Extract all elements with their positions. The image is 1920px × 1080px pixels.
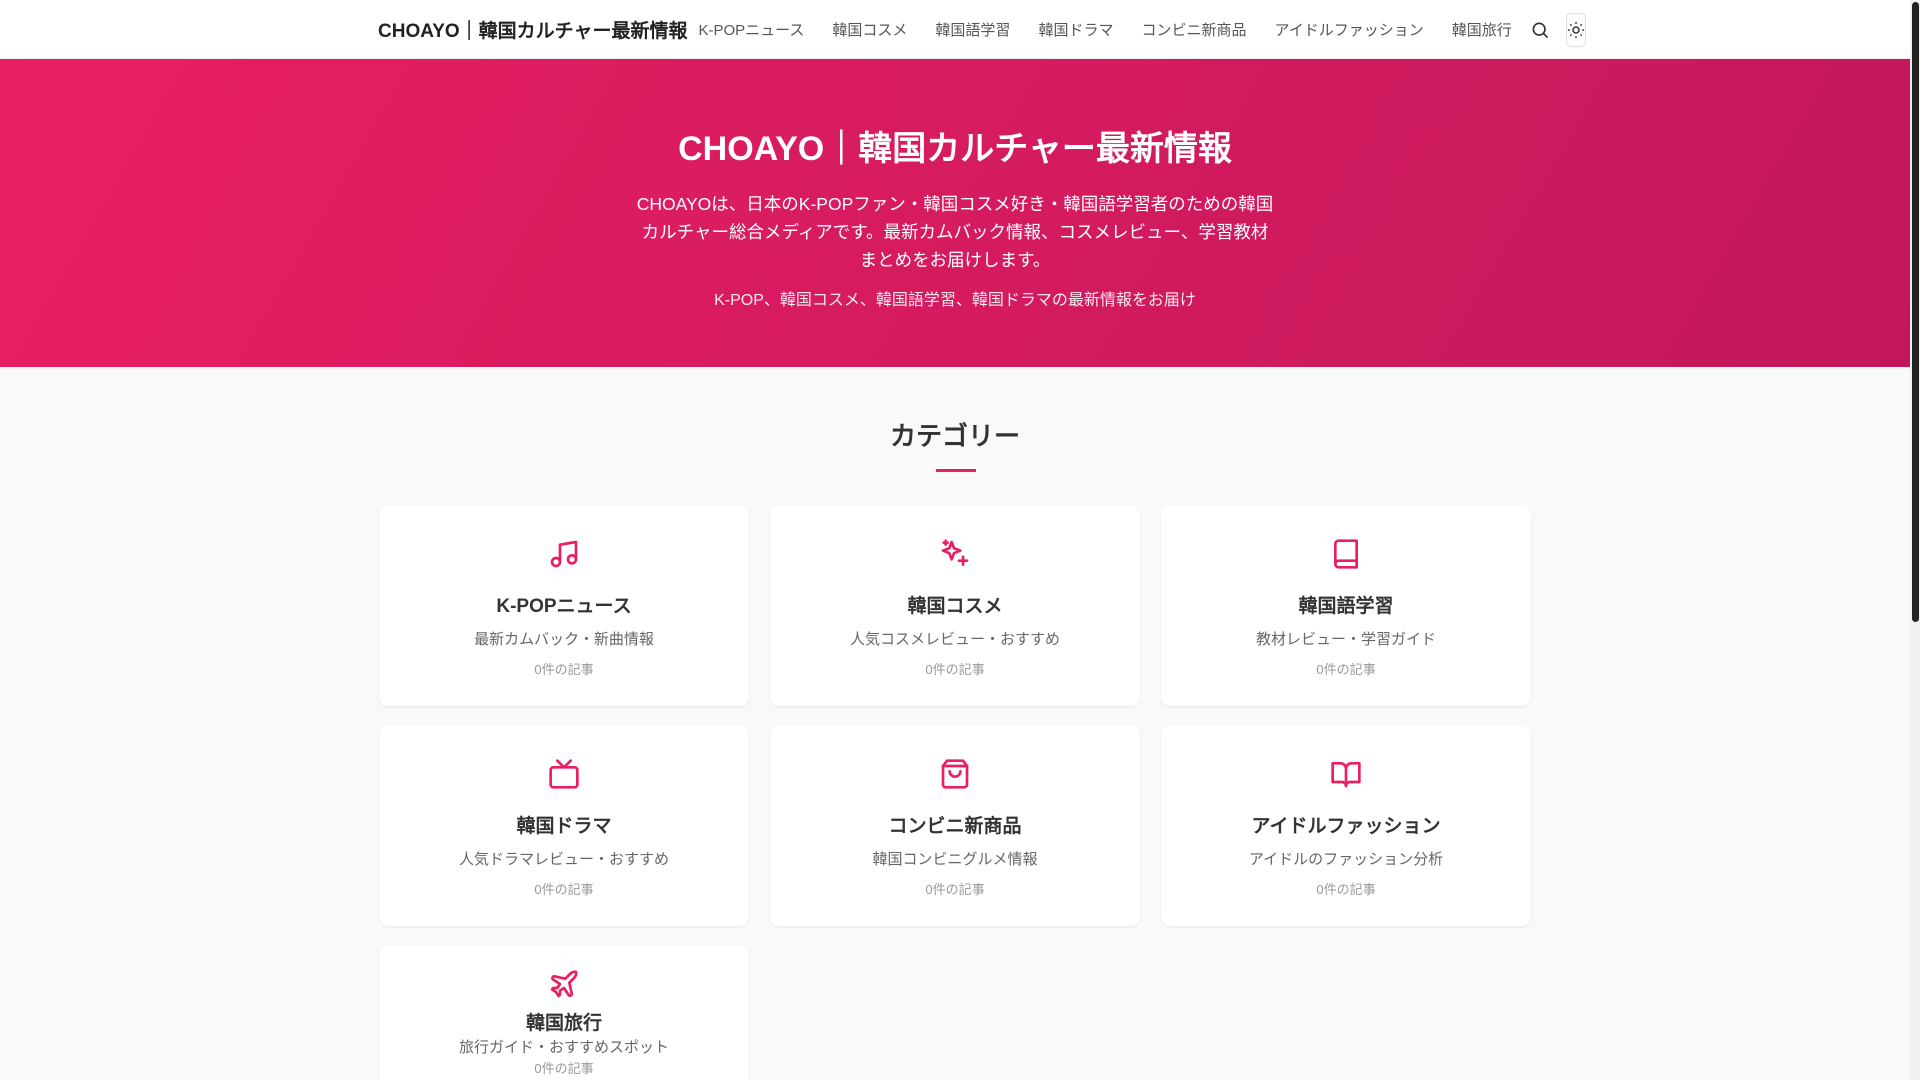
site-header: CHOAYO｜韓国カルチャー最新情報 K-POPニュース 韓国コスメ 韓国語学習… [0,0,1910,59]
category-count: 0件の記事 [534,662,594,677]
category-title: 韓国旅行 [525,1013,602,1034]
sun-icon [1567,21,1584,38]
category-description: 人気コスメレビュー・おすすめ [849,631,1060,648]
hero-banner: CHOAYO｜韓国カルチャー最新情報 CHOAYOは、日本のK-POPファン・韓… [0,59,1910,367]
category-count: 0件の記事 [1316,882,1376,897]
nav-convenience[interactable]: コンビニ新商品 [1141,19,1246,40]
sparkles-icon [941,539,969,566]
main-nav: K-POPニュース 韓国コスメ 韓国語学習 韓国ドラマ コンビニ新商品 アイドル… [698,19,1539,40]
category-card[interactable]: 韓国語学習教材レビュー・学習ガイド 0件の記事 [1161,506,1531,706]
site-logo[interactable]: CHOAYO｜韓国カルチャー最新情報 [378,16,687,43]
hero-title: CHOAYO｜韓国カルチャー最新情報 [678,130,1232,168]
category-card[interactable]: 韓国ドラマ人気ドラマレビュー・おすすめ 0件の記事 [379,726,749,926]
search-icon [1532,22,1548,38]
music-icon [550,540,578,568]
plane-icon [550,970,578,998]
book-open-icon [1331,762,1361,788]
category-description: 教材レビュー・学習ガイド [1255,631,1436,648]
category-title: K-POPニュース [496,596,632,617]
nav-travel[interactable]: 韓国旅行 [1452,19,1512,40]
shopping-bag-icon [941,759,969,789]
category-card[interactable]: コンビニ新商品韓国コンビニグルメ情報 0件の記事 [770,726,1140,926]
category-card[interactable]: 韓国旅行旅行ガイド・おすすめスポット 0件の記事 [379,946,749,1080]
category-count: 0件の記事 [534,1061,594,1076]
nav-kpop[interactable]: K-POPニュース [698,19,804,40]
theme-toggle-button[interactable] [1565,12,1586,47]
nav-cosme[interactable]: 韓国コスメ [832,19,907,40]
title-underline [936,469,976,472]
category-title: 韓国ドラマ [516,816,612,837]
category-title: 韓国語学習 [1298,596,1394,617]
category-count: 0件の記事 [1316,662,1376,677]
category-description: 旅行ガイド・おすすめスポット [458,1039,669,1056]
nav-fashion[interactable]: アイドルファッション [1274,19,1423,40]
tv-icon [549,759,579,789]
category-title: 韓国コスメ [907,596,1003,617]
hero-tagline: K-POP、韓国コスメ、韓国語学習、韓国ドラマの最新情報をお届け [714,292,1196,309]
category-count: 0件の記事 [925,662,985,677]
scrollbar[interactable] [1910,0,1920,1080]
categories-title: カテゴリー [889,421,1020,451]
category-count: 0件の記事 [925,882,985,897]
category-card[interactable]: 韓国コスメ人気コスメレビュー・おすすめ 0件の記事 [770,506,1140,706]
hero-description: CHOAYOは、日本のK-POPファン・韓国コスメ好き・韓国語学習者のための韓国… [636,194,1274,270]
category-title: アイドルファッション [1251,816,1441,837]
nav-drama[interactable]: 韓国ドラマ [1038,19,1113,40]
category-card[interactable]: アイドルファッションアイドルのファッション分析 0件の記事 [1161,726,1531,926]
category-description: アイドルのファッション分析 [1248,851,1444,868]
category-description: 人気ドラマレビュー・おすすめ [458,851,669,868]
category-description: 最新カムバック・新曲情報 [474,631,654,648]
search-button[interactable] [1530,18,1550,42]
category-title: コンビニ新商品 [888,816,1022,837]
book-icon [1334,539,1358,569]
nav-korean[interactable]: 韓国語学習 [935,19,1010,40]
category-card[interactable]: K-POPニュース最新カムバック・新曲情報 0件の記事 [379,506,749,706]
scrollbar-thumb[interactable] [1912,2,1919,622]
category-count: 0件の記事 [534,882,594,897]
category-description: 韓国コンビニグルメ情報 [872,851,1038,868]
